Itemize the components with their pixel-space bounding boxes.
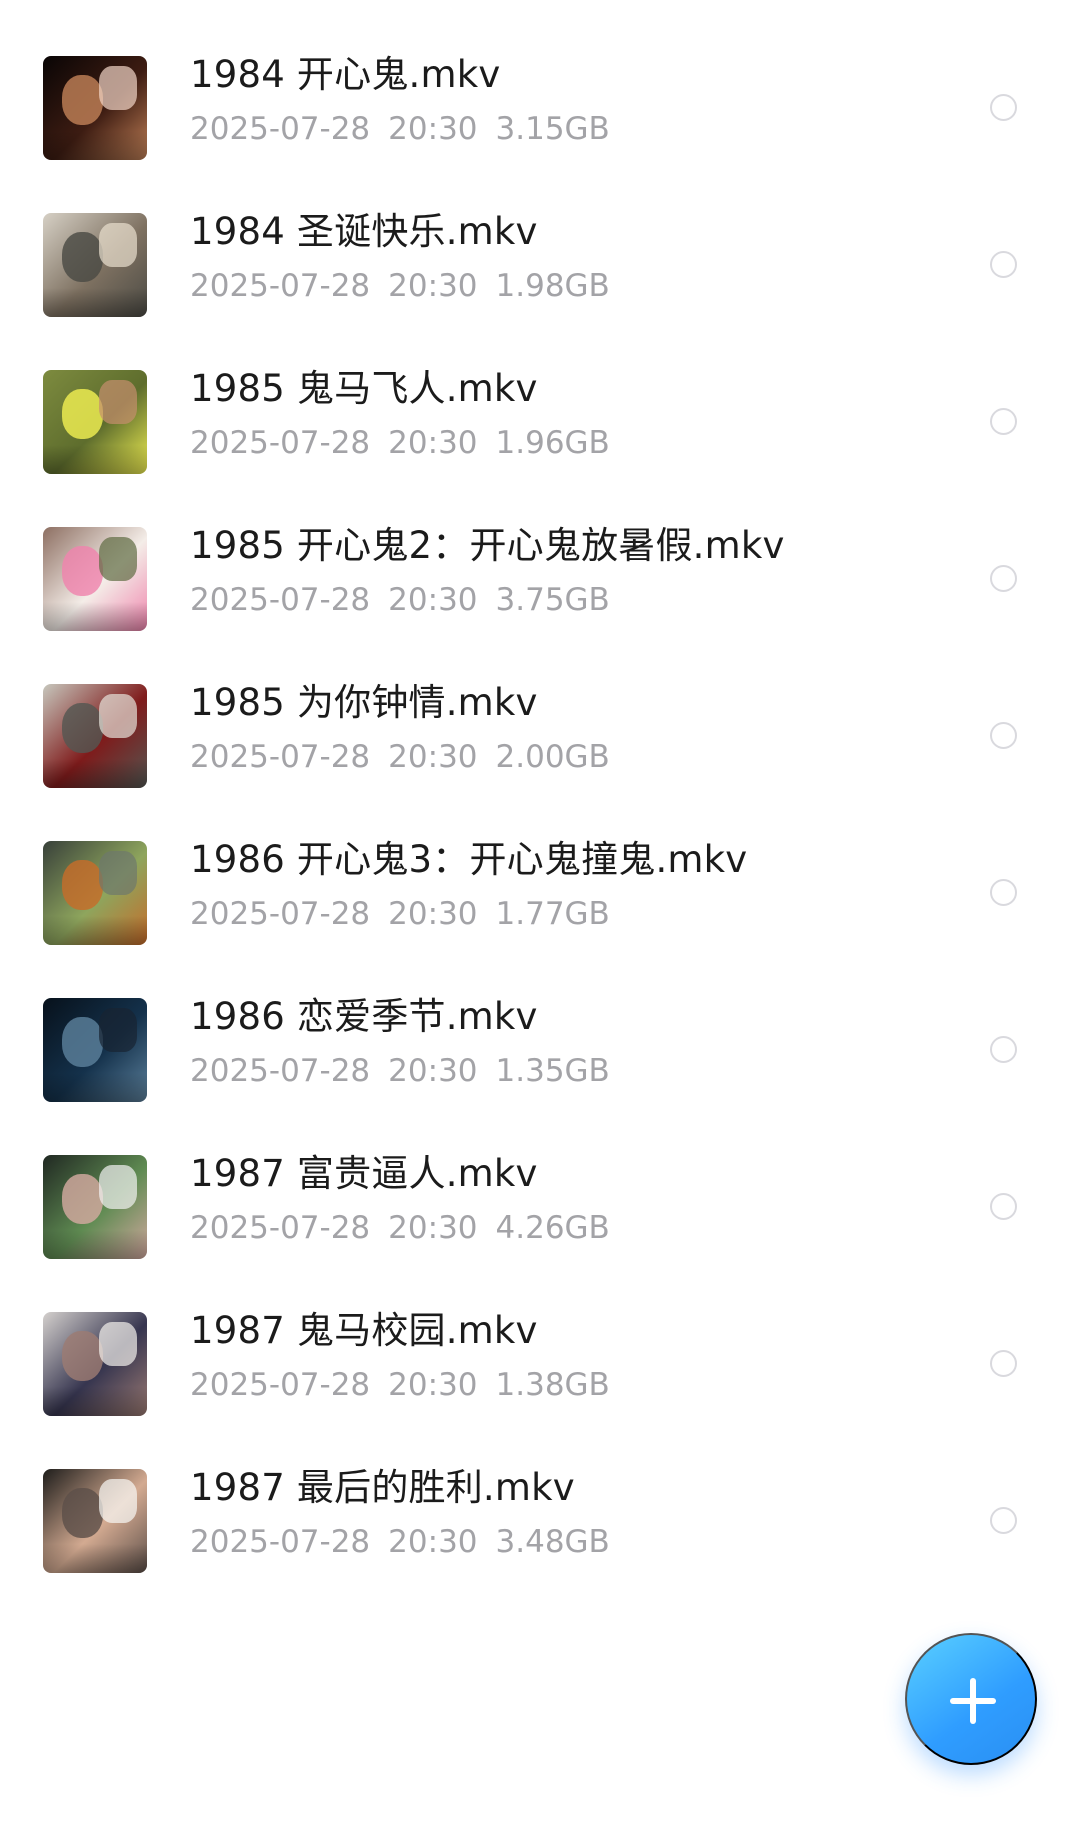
- office-scene-thumbnail: [43, 213, 147, 317]
- file-name: 1984 开心鬼.mkv: [190, 53, 501, 96]
- file-name: 1985 鬼马飞人.mkv: [190, 367, 538, 410]
- file-time: 20:30: [388, 1053, 478, 1089]
- file-date: 2025-07-28: [190, 111, 371, 147]
- file-name: 1987 鬼马校园.mkv: [190, 1309, 538, 1352]
- file-date: 2025-07-28: [190, 425, 371, 461]
- select-radio[interactable]: [990, 565, 1017, 592]
- select-radio[interactable]: [990, 1193, 1017, 1220]
- select-radio[interactable]: [990, 408, 1017, 435]
- file-size: 1.77GB: [495, 896, 610, 932]
- file-date: 2025-07-28: [190, 739, 371, 775]
- file-date: 2025-07-28: [190, 896, 371, 932]
- file-date: 2025-07-28: [190, 1210, 371, 1246]
- select-radio[interactable]: [990, 94, 1017, 121]
- file-time: 20:30: [388, 582, 478, 618]
- file-name: 1986 恋爱季节.mkv: [190, 995, 538, 1038]
- file-size: 1.96GB: [495, 425, 610, 461]
- blue-night-scene-thumbnail: [43, 998, 147, 1102]
- file-meta: 2025-07-28 20:30 4.26GB: [190, 1208, 610, 1248]
- file-name: 1985 为你钟情.mkv: [190, 681, 538, 724]
- file-time: 20:30: [388, 1524, 478, 1560]
- file-size: 1.98GB: [495, 268, 610, 304]
- select-radio[interactable]: [990, 1350, 1017, 1377]
- file-date: 2025-07-28: [190, 1053, 371, 1089]
- file-size: 1.35GB: [495, 1053, 610, 1089]
- file-name: 1986 开心鬼3：开心鬼撞鬼.mkv: [190, 838, 748, 881]
- file-size: 4.26GB: [495, 1210, 610, 1246]
- file-size: 3.15GB: [495, 111, 610, 147]
- file-meta: 2025-07-28 20:30 1.38GB: [190, 1365, 610, 1405]
- file-meta: 2025-07-28 20:30 1.98GB: [190, 266, 610, 306]
- select-radio[interactable]: [990, 722, 1017, 749]
- add-button[interactable]: [905, 1633, 1037, 1765]
- file-time: 20:30: [388, 739, 478, 775]
- file-name: 1985 开心鬼2：开心鬼放暑假.mkv: [190, 524, 785, 567]
- green-uniform-person-thumbnail: [43, 841, 147, 945]
- file-meta: 2025-07-28 20:30 2.00GB: [190, 737, 610, 777]
- file-list: 1984 开心鬼.mkv 2025-07-28 20:30 3.15GB 1984 圣诞…: [0, 0, 1080, 1832]
- file-meta: 2025-07-28 20:30 1.77GB: [190, 894, 610, 934]
- select-radio[interactable]: [990, 879, 1017, 906]
- file-size: 1.38GB: [495, 1367, 610, 1403]
- file-date: 2025-07-28: [190, 1367, 371, 1403]
- file-size: 2.00GB: [495, 739, 610, 775]
- man-in-suit-thumbnail: [43, 1312, 147, 1416]
- file-time: 20:30: [388, 268, 478, 304]
- file-date: 2025-07-28: [190, 268, 371, 304]
- file-date: 2025-07-28: [190, 582, 371, 618]
- plus-icon-vertical-stroke: [970, 1678, 976, 1724]
- grass-yellow-figure-thumbnail: [43, 370, 147, 474]
- red-crew-car-thumbnail: [43, 684, 147, 788]
- file-row[interactable]: 1987 最后的胜利.mkv 2025-07-28 20:30 3.48GB: [0, 1461, 1080, 1645]
- file-size: 3.75GB: [495, 582, 610, 618]
- select-radio[interactable]: [990, 1507, 1017, 1534]
- file-meta: 2025-07-28 20:30 3.15GB: [190, 109, 610, 149]
- file-size: 3.48GB: [495, 1524, 610, 1560]
- select-radio[interactable]: [990, 251, 1017, 278]
- file-meta: 2025-07-28 20:30 3.48GB: [190, 1522, 610, 1562]
- portrait-man-thumbnail: [43, 1469, 147, 1573]
- file-meta: 2025-07-28 20:30 1.35GB: [190, 1051, 610, 1091]
- group-of-students-thumbnail: [43, 527, 147, 631]
- file-name: 1987 最后的胜利.mkv: [190, 1466, 575, 1509]
- file-time: 20:30: [388, 1210, 478, 1246]
- file-time: 20:30: [388, 425, 478, 461]
- file-meta: 2025-07-28 20:30 1.96GB: [190, 423, 610, 463]
- file-time: 20:30: [388, 1367, 478, 1403]
- dark-movie-scene-thumbnail: [43, 56, 147, 160]
- dinner-party-thumbnail: [43, 1155, 147, 1259]
- file-name: 1987 富贵逼人.mkv: [190, 1152, 538, 1195]
- file-meta: 2025-07-28 20:30 3.75GB: [190, 580, 610, 620]
- file-name: 1984 圣诞快乐.mkv: [190, 210, 538, 253]
- file-date: 2025-07-28: [190, 1524, 371, 1560]
- file-time: 20:30: [388, 896, 478, 932]
- select-radio[interactable]: [990, 1036, 1017, 1063]
- file-time: 20:30: [388, 111, 478, 147]
